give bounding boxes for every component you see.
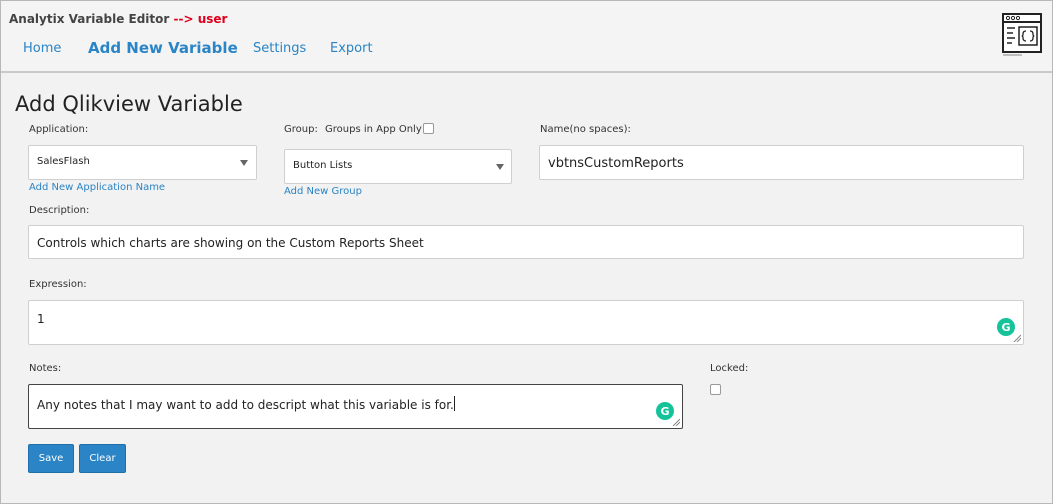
nav-settings[interactable]: Settings <box>253 41 306 56</box>
chevron-down-icon <box>496 164 504 170</box>
notes-textarea[interactable]: Any notes that I may want to add to desc… <box>28 384 683 429</box>
app-user: user <box>197 12 228 26</box>
group-label: Group: <box>284 124 318 135</box>
locked-label: Locked: <box>710 363 749 374</box>
group-value: Button Lists <box>293 160 353 171</box>
clear-button[interactable]: Clear <box>79 444 126 473</box>
code-window-icon <box>1002 13 1042 56</box>
groups-in-app-checkbox[interactable] <box>423 123 434 134</box>
description-input[interactable]: Controls which charts are showing on the… <box>28 225 1024 259</box>
name-label: Name(no spaces): <box>540 124 631 135</box>
expression-label: Expression: <box>29 279 87 290</box>
save-button[interactable]: Save <box>28 444 74 473</box>
expression-value: 1 <box>37 312 45 326</box>
resize-handle-icon[interactable] <box>1013 334 1021 342</box>
app-title-text: Analytix Variable Editor <box>9 12 170 26</box>
nav-home[interactable]: Home <box>23 41 61 56</box>
add-new-application-link[interactable]: Add New Application Name <box>29 182 165 193</box>
text-cursor <box>453 396 455 411</box>
add-new-group-link[interactable]: Add New Group <box>284 186 362 197</box>
name-input[interactable]: vbtnsCustomReports <box>539 145 1024 180</box>
application-select[interactable]: SalesFlash <box>28 145 257 180</box>
chevron-down-icon <box>240 160 248 166</box>
app-title-arrow: --> <box>173 12 194 26</box>
groups-in-app-label: Groups in App Only <box>325 124 422 135</box>
locked-checkbox[interactable] <box>710 384 721 395</box>
resize-handle-icon[interactable] <box>672 418 680 426</box>
nav-export[interactable]: Export <box>330 41 373 56</box>
application-label: Application: <box>29 124 89 135</box>
nav-add-new-variable[interactable]: Add New Variable <box>88 39 238 57</box>
notes-label: Notes: <box>29 363 62 374</box>
application-value: SalesFlash <box>37 156 90 167</box>
name-value: vbtnsCustomReports <box>548 156 684 171</box>
header: Analytix Variable Editor --> user Home A… <box>1 1 1052 73</box>
app-title: Analytix Variable Editor --> user <box>9 12 227 26</box>
notes-value: Any notes that I may want to add to desc… <box>37 396 455 412</box>
description-value: Controls which charts are showing on the… <box>37 236 424 250</box>
page-title: Add Qlikview Variable <box>15 92 243 116</box>
expression-textarea[interactable]: 1 G <box>28 300 1024 345</box>
description-label: Description: <box>29 205 90 216</box>
group-select[interactable]: Button Lists <box>284 149 512 184</box>
